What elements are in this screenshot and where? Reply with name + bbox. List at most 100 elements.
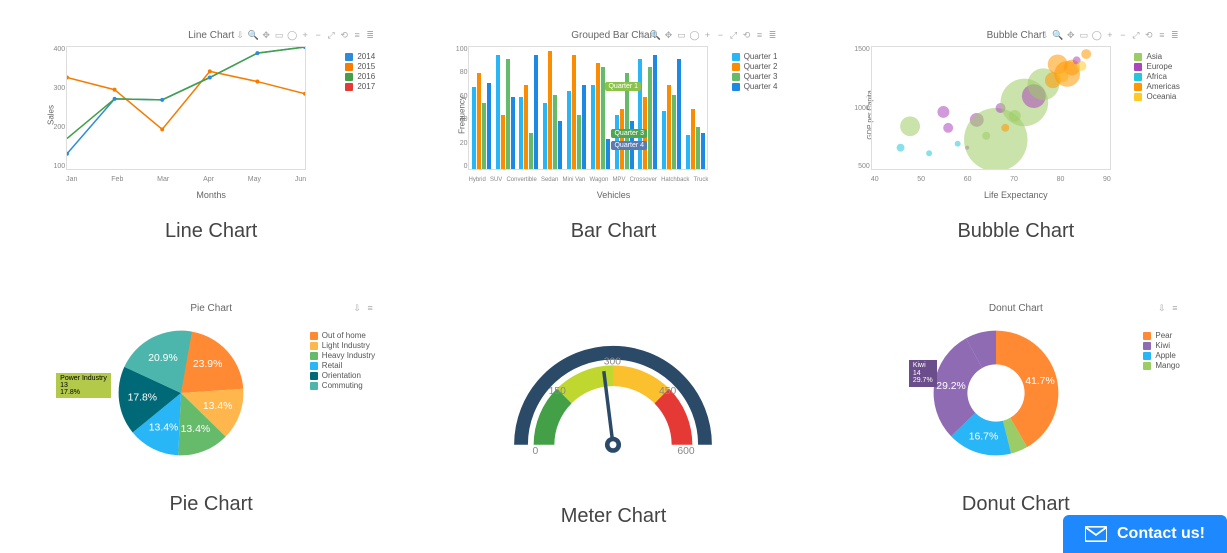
box-select-icon[interactable]: ▭	[1079, 30, 1089, 40]
lasso-icon[interactable]: ◯	[689, 30, 699, 40]
legend-item[interactable]: Out of home	[310, 331, 375, 340]
legend-item[interactable]: 2016	[345, 72, 375, 81]
contact-us-button[interactable]: Contact us!	[1063, 515, 1227, 553]
autoscale-icon[interactable]: ⤢	[1131, 30, 1141, 40]
pan-icon[interactable]: ✥	[261, 30, 271, 40]
line-legend: 2014 2015 2016 2017	[345, 52, 375, 92]
legend-item[interactable]: Apple	[1143, 351, 1179, 360]
zoom-icon[interactable]: 🔍	[650, 30, 660, 40]
autoscale-icon[interactable]: ⤢	[326, 30, 336, 40]
bar-ylabel: Frequency	[458, 96, 467, 134]
compare-icon[interactable]: ≣	[767, 30, 777, 40]
legend-item[interactable]: Quarter 3	[732, 72, 778, 81]
donut-tooltip: Kiwi1429.7%	[909, 360, 937, 387]
svg-text:13.4%: 13.4%	[181, 424, 210, 435]
legend-item[interactable]: Asia	[1134, 52, 1179, 61]
legend-item[interactable]: Mango	[1143, 361, 1179, 370]
legend-item[interactable]: Retail	[310, 361, 375, 370]
line-plot-area	[66, 46, 306, 170]
zoom-icon[interactable]: 🔍	[248, 30, 258, 40]
hover-icon[interactable]: ≡	[365, 303, 375, 313]
line-xticks: JanFebMarAprMayJun	[66, 176, 306, 183]
legend-item[interactable]: Light Industry	[310, 341, 375, 350]
bubble-legend: Asia Europe Africa Americas Oceania	[1134, 52, 1179, 102]
card-caption-bar: Bar Chart	[571, 220, 657, 243]
legend-item[interactable]: Quarter 2	[732, 62, 778, 71]
zoom-in-icon[interactable]: +	[1105, 30, 1115, 40]
meter-tick: 0	[533, 446, 539, 457]
zoom-in-icon[interactable]: +	[702, 30, 712, 40]
card-donut-chart[interactable]: Donut Chart ⇩≡ 41.7%16.7%29.2% Kiwi1429.…	[830, 303, 1202, 528]
reset-icon[interactable]: ⟲	[339, 30, 349, 40]
zoom-icon[interactable]: 🔍	[1053, 30, 1063, 40]
legend-item[interactable]: Orientation	[310, 371, 375, 380]
legend-item[interactable]: Europe	[1134, 62, 1179, 71]
compare-icon[interactable]: ≣	[365, 30, 375, 40]
hover-icon[interactable]: ≡	[352, 30, 362, 40]
pan-icon[interactable]: ✥	[663, 30, 673, 40]
legend-item[interactable]: Heavy Industry	[310, 351, 375, 360]
hover-icon[interactable]: ≡	[1157, 30, 1167, 40]
autoscale-icon[interactable]: ⤢	[728, 30, 738, 40]
card-meter-chart[interactable]: 0 150 300 450 600 Meter Chart	[427, 303, 799, 528]
bars-container	[469, 47, 707, 169]
reset-icon[interactable]: ⟲	[741, 30, 751, 40]
bar-tooltip: Quarter 4	[611, 141, 647, 150]
line-chart-toolbar: ⇩ 🔍 ✥ ▭ ◯ + − ⤢ ⟲ ≡ ≣	[235, 30, 375, 40]
bubble-xticks: 405060708090	[871, 176, 1111, 183]
card-pie-chart[interactable]: Pie Chart ⇩≡ 23.9%13.4%13.4%13.4%17.8%20…	[25, 303, 397, 528]
zoom-out-icon[interactable]: −	[715, 30, 725, 40]
box-select-icon[interactable]: ▭	[676, 30, 686, 40]
download-icon[interactable]: ⇩	[1040, 30, 1050, 40]
zoom-out-icon[interactable]: −	[1118, 30, 1128, 40]
bubble-plot-area	[871, 46, 1111, 170]
meter-shell: 0 150 300 450 600	[498, 328, 728, 458]
pie-tooltip: Power Industry 13 17.8%	[56, 373, 111, 398]
svg-text:23.9%: 23.9%	[193, 359, 222, 370]
chart-gallery: Line Chart ⇩ 🔍 ✥ ▭ ◯ + − ⤢ ⟲ ≡ ≣ 4003002…	[0, 0, 1227, 553]
card-line-chart[interactable]: Line Chart ⇩ 🔍 ✥ ▭ ◯ + − ⤢ ⟲ ≡ ≣ 4003002…	[25, 30, 397, 243]
pan-icon[interactable]: ✥	[1066, 30, 1076, 40]
legend-item[interactable]: 2015	[345, 62, 375, 71]
hover-icon[interactable]: ≡	[1170, 303, 1180, 313]
download-icon[interactable]: ⇩	[1157, 303, 1167, 313]
lasso-icon[interactable]: ◯	[287, 30, 297, 40]
card-caption-line: Line Chart	[165, 220, 257, 243]
legend-item[interactable]: Africa	[1134, 72, 1179, 81]
pie-chart-toolbar: ⇩≡	[352, 303, 375, 313]
line-svg	[67, 47, 305, 169]
reset-icon[interactable]: ⟲	[1144, 30, 1154, 40]
card-bar-chart[interactable]: Grouped Bar Chart ⇩🔍✥▭◯+−⤢⟲≡≣ 1008060402…	[427, 30, 799, 243]
meter-tick: 150	[549, 386, 567, 397]
download-icon[interactable]: ⇩	[235, 30, 245, 40]
compare-icon[interactable]: ≣	[1170, 30, 1180, 40]
lasso-icon[interactable]: ◯	[1092, 30, 1102, 40]
card-caption-bubble: Bubble Chart	[957, 220, 1074, 243]
bar-chart-toolbar: ⇩🔍✥▭◯+−⤢⟲≡≣	[637, 30, 777, 40]
box-select-icon[interactable]: ▭	[274, 30, 284, 40]
card-caption-meter: Meter Chart	[561, 505, 667, 528]
legend-item[interactable]: Pear	[1143, 331, 1179, 340]
svg-text:13.4%: 13.4%	[203, 401, 232, 412]
bar-plot-area: Quarter 1 Quarter 3 Quarter 4	[468, 46, 708, 170]
envelope-icon	[1085, 526, 1107, 542]
download-icon[interactable]: ⇩	[352, 303, 362, 313]
bubble-chart-toolbar: ⇩🔍✥▭◯+−⤢⟲≡≣	[1040, 30, 1180, 40]
legend-item[interactable]: Quarter 4	[732, 82, 778, 91]
download-icon[interactable]: ⇩	[637, 30, 647, 40]
meter-tick: 450	[659, 386, 677, 397]
zoom-out-icon[interactable]: −	[313, 30, 323, 40]
legend-item[interactable]: Quarter 1	[732, 52, 778, 61]
pie-svg: 23.9%13.4%13.4%13.4%17.8%20.9%	[116, 328, 246, 458]
legend-item[interactable]: Kiwi	[1143, 341, 1179, 350]
legend-item[interactable]: Americas	[1134, 82, 1179, 91]
legend-item[interactable]: Commuting	[310, 381, 375, 390]
card-bubble-chart[interactable]: Bubble Chart ⇩🔍✥▭◯+−⤢⟲≡≣ 15001000500 GDP…	[830, 30, 1202, 243]
legend-item[interactable]: 2014	[345, 52, 375, 61]
hover-icon[interactable]: ≡	[754, 30, 764, 40]
legend-item[interactable]: Oceania	[1134, 92, 1179, 101]
pie-legend: Out of home Light Industry Heavy Industr…	[310, 331, 375, 391]
svg-text:13.4%: 13.4%	[149, 422, 178, 433]
legend-item[interactable]: 2017	[345, 82, 375, 91]
zoom-in-icon[interactable]: +	[300, 30, 310, 40]
